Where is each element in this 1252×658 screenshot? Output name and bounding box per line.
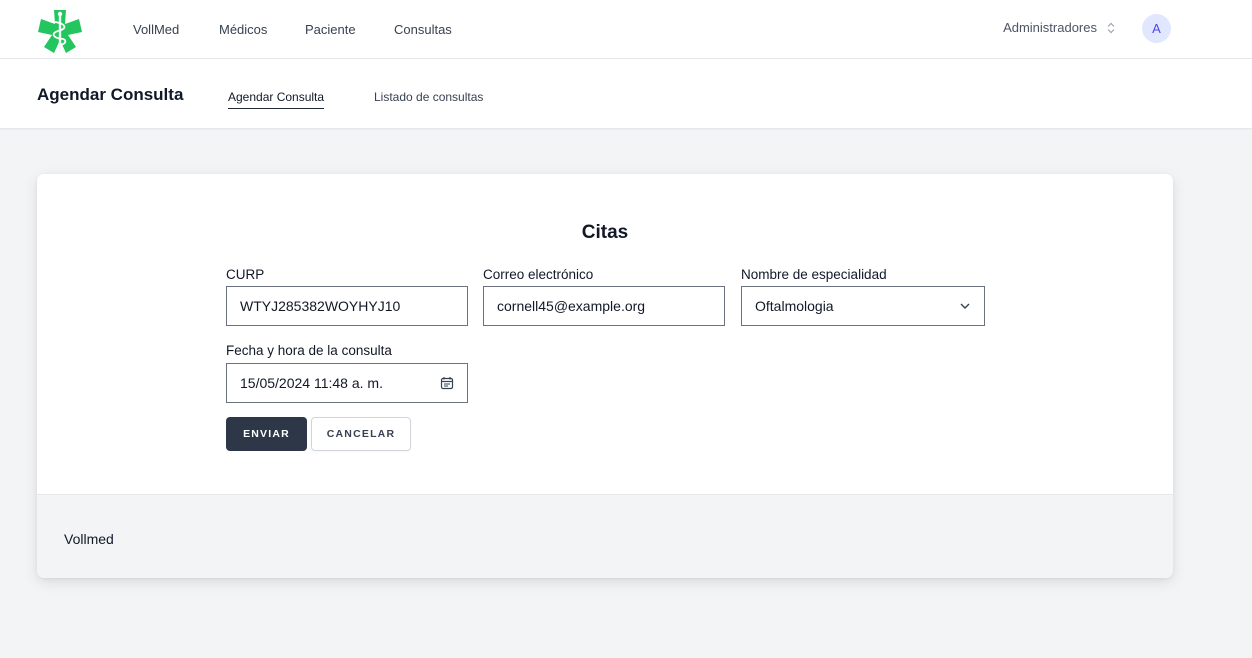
specialty-label: Nombre de especialidad: [741, 267, 887, 282]
specialty-select[interactable]: Oftalmologia: [741, 286, 985, 326]
calendar-icon[interactable]: [440, 376, 454, 390]
curp-value: WTYJ285382WOYHYJ10: [240, 298, 401, 314]
top-navbar: VollMed Médicos Paciente Consultas Admin…: [0, 0, 1252, 59]
card-footer: Vollmed: [37, 494, 1173, 578]
cancel-button[interactable]: CANCELAR: [311, 417, 411, 451]
email-label: Correo electrónico: [483, 267, 594, 282]
sub-header: Agendar Consulta Agendar Consulta Listad…: [0, 59, 1252, 129]
datetime-input[interactable]: 15/05/2024 11:48 a. m.: [226, 363, 468, 403]
chevron-down-icon: [960, 303, 970, 309]
nav-item-consultas[interactable]: Consultas: [394, 22, 452, 37]
email-value: cornell45@example.org: [497, 298, 646, 314]
appointment-card: Citas CURP WTYJ285382WOYHYJ10 Correo ele…: [37, 174, 1173, 578]
specialty-value: Oftalmologia: [755, 298, 834, 314]
footer-text: Vollmed: [64, 531, 114, 547]
nav-item-paciente[interactable]: Paciente: [305, 22, 356, 37]
submit-button[interactable]: ENVIAR: [226, 417, 307, 451]
datetime-label: Fecha y hora de la consulta: [226, 343, 392, 358]
tab-listado-de-consultas[interactable]: Listado de consultas: [374, 90, 483, 108]
curp-input[interactable]: WTYJ285382WOYHYJ10: [226, 286, 468, 326]
sort-icon: [1107, 22, 1115, 33]
curp-label: CURP: [226, 267, 265, 282]
page-title: Agendar Consulta: [37, 85, 184, 104]
medical-logo-icon[interactable]: [37, 8, 83, 54]
datetime-value: 15/05/2024 11:48 a. m.: [240, 375, 383, 391]
form-title: Citas: [581, 222, 629, 243]
role-selector[interactable]: Administradores: [1003, 20, 1115, 35]
nav-item-medicos[interactable]: Médicos: [219, 22, 267, 37]
email-field[interactable]: cornell45@example.org: [483, 286, 725, 326]
role-selector-label: Administradores: [1003, 20, 1097, 35]
avatar[interactable]: A: [1142, 14, 1171, 43]
tab-agendar-consulta[interactable]: Agendar Consulta: [228, 90, 325, 109]
nav-brand-vollmed[interactable]: VollMed: [133, 22, 179, 37]
